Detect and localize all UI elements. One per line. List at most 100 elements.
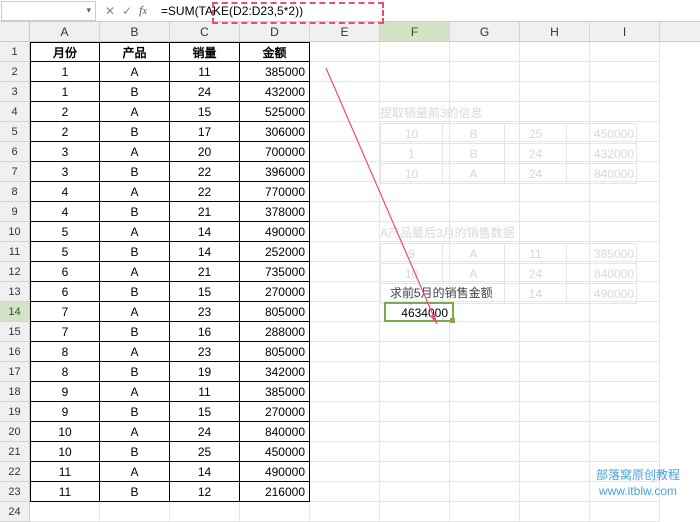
row-header-10[interactable]: 10 — [0, 222, 30, 242]
cell-A8[interactable]: 4 — [30, 182, 100, 202]
cell-B1[interactable]: 产品 — [100, 42, 170, 62]
cell-B16[interactable]: A — [100, 342, 170, 362]
cell-A4[interactable]: 2 — [30, 102, 100, 122]
cell-H8[interactable] — [520, 182, 590, 202]
cell-C23[interactable]: 12 — [170, 482, 240, 502]
cell-G3[interactable] — [450, 82, 520, 102]
cell-G21[interactable] — [450, 442, 520, 462]
cell-B9[interactable]: B — [100, 202, 170, 222]
cell-G16[interactable] — [450, 342, 520, 362]
row-header-2[interactable]: 2 — [0, 62, 30, 82]
row-header-17[interactable]: 17 — [0, 362, 30, 382]
row-header-19[interactable]: 19 — [0, 402, 30, 422]
cell-C20[interactable]: 24 — [170, 422, 240, 442]
cell-I24[interactable] — [590, 502, 660, 522]
cell-C6[interactable]: 20 — [170, 142, 240, 162]
cell-E18[interactable] — [310, 382, 380, 402]
spreadsheet-grid[interactable]: 1月份产品销量金额21A1138500031B2443200042A155250… — [0, 42, 700, 522]
cell-E6[interactable] — [310, 142, 380, 162]
cell-E5[interactable] — [310, 122, 380, 142]
cell-G19[interactable] — [450, 402, 520, 422]
cell-A21[interactable]: 10 — [30, 442, 100, 462]
select-all-corner[interactable] — [0, 22, 30, 41]
cell-H24[interactable] — [520, 502, 590, 522]
cell-F16[interactable] — [380, 342, 450, 362]
cell-A3[interactable]: 1 — [30, 82, 100, 102]
cell-H9[interactable] — [520, 202, 590, 222]
cell-C24[interactable] — [170, 502, 240, 522]
col-header-H[interactable]: H — [520, 22, 590, 41]
col-header-F[interactable]: F — [380, 22, 450, 41]
cell-B21[interactable]: B — [100, 442, 170, 462]
row-header-15[interactable]: 15 — [0, 322, 30, 342]
name-box[interactable]: ▾ — [1, 1, 96, 21]
cell-D23[interactable]: 216000 — [240, 482, 310, 502]
cell-A1[interactable]: 月份 — [30, 42, 100, 62]
cell-F20[interactable] — [380, 422, 450, 442]
cell-B14[interactable]: A — [100, 302, 170, 322]
cell-H14[interactable] — [520, 302, 590, 322]
cell-A9[interactable]: 4 — [30, 202, 100, 222]
cell-I19[interactable] — [590, 402, 660, 422]
cell-E14[interactable] — [310, 302, 380, 322]
cell-B12[interactable]: A — [100, 262, 170, 282]
cell-E9[interactable] — [310, 202, 380, 222]
cell-D2[interactable]: 385000 — [240, 62, 310, 82]
cell-H20[interactable] — [520, 422, 590, 442]
cell-G20[interactable] — [450, 422, 520, 442]
cell-G24[interactable] — [450, 502, 520, 522]
cell-C11[interactable]: 14 — [170, 242, 240, 262]
cell-D18[interactable]: 385000 — [240, 382, 310, 402]
cell-A14[interactable]: 7 — [30, 302, 100, 322]
cell-A13[interactable]: 6 — [30, 282, 100, 302]
cell-B23[interactable]: B — [100, 482, 170, 502]
cell-F15[interactable] — [380, 322, 450, 342]
cell-G2[interactable] — [450, 62, 520, 82]
cell-B3[interactable]: B — [100, 82, 170, 102]
cell-D17[interactable]: 342000 — [240, 362, 310, 382]
cell-F3[interactable] — [380, 82, 450, 102]
cell-A22[interactable]: 11 — [30, 462, 100, 482]
row-header-12[interactable]: 12 — [0, 262, 30, 282]
cell-C14[interactable]: 23 — [170, 302, 240, 322]
cell-C4[interactable]: 15 — [170, 102, 240, 122]
cell-A24[interactable] — [30, 502, 100, 522]
cell-A16[interactable]: 8 — [30, 342, 100, 362]
cell-G14[interactable] — [450, 302, 520, 322]
cell-E2[interactable] — [310, 62, 380, 82]
row-header-9[interactable]: 9 — [0, 202, 30, 222]
cell-B24[interactable] — [100, 502, 170, 522]
cell-B4[interactable]: A — [100, 102, 170, 122]
cell-I1[interactable] — [590, 42, 660, 62]
result-cell[interactable]: 4634000 — [384, 302, 454, 322]
cell-D13[interactable]: 270000 — [240, 282, 310, 302]
cell-H2[interactable] — [520, 62, 590, 82]
cell-D5[interactable]: 306000 — [240, 122, 310, 142]
cell-E22[interactable] — [310, 462, 380, 482]
cell-C21[interactable]: 25 — [170, 442, 240, 462]
cell-H1[interactable] — [520, 42, 590, 62]
cell-I21[interactable] — [590, 442, 660, 462]
cell-E16[interactable] — [310, 342, 380, 362]
chevron-down-icon[interactable]: ▾ — [86, 5, 91, 16]
cell-C7[interactable]: 22 — [170, 162, 240, 182]
cell-D8[interactable]: 770000 — [240, 182, 310, 202]
cell-D7[interactable]: 396000 — [240, 162, 310, 182]
cell-E10[interactable] — [310, 222, 380, 242]
cell-G22[interactable] — [450, 462, 520, 482]
cell-G23[interactable] — [450, 482, 520, 502]
cell-C13[interactable]: 15 — [170, 282, 240, 302]
cell-D6[interactable]: 700000 — [240, 142, 310, 162]
cell-H15[interactable] — [520, 322, 590, 342]
cell-E1[interactable] — [310, 42, 380, 62]
cell-D10[interactable]: 490000 — [240, 222, 310, 242]
col-header-G[interactable]: G — [450, 22, 520, 41]
cell-C15[interactable]: 16 — [170, 322, 240, 342]
cell-A23[interactable]: 11 — [30, 482, 100, 502]
cell-A17[interactable]: 8 — [30, 362, 100, 382]
cell-D19[interactable]: 270000 — [240, 402, 310, 422]
row-header-5[interactable]: 5 — [0, 122, 30, 142]
cell-E23[interactable] — [310, 482, 380, 502]
row-header-6[interactable]: 6 — [0, 142, 30, 162]
col-header-B[interactable]: B — [100, 22, 170, 41]
